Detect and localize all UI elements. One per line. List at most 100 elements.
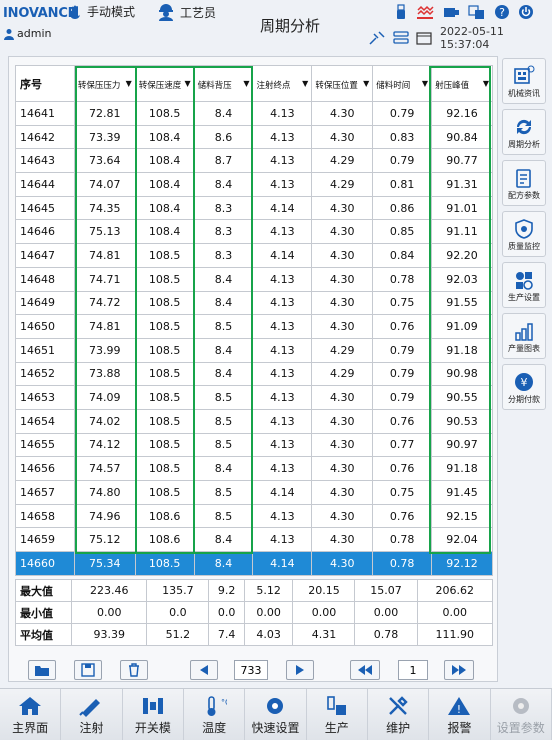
svg-text:!: !: [457, 703, 461, 716]
temperature-icon: °C: [201, 693, 227, 719]
table-cell: 75.34: [73, 551, 136, 576]
sidebar-item-cycle-analysis[interactable]: 周期分析: [502, 109, 546, 155]
column-header-injection-end[interactable]: 注射终点 ▼: [252, 65, 313, 102]
mode-indicator[interactable]: 手动模式: [68, 3, 135, 20]
production-icon: [324, 693, 350, 719]
table-row[interactable]: 14653 74.09 108.5 8.5 4.13 4.30 0.79 90.55: [15, 385, 493, 410]
column-header-back-pressure[interactable]: 储料背压 ▼: [193, 65, 254, 102]
table-row[interactable]: 14654 74.02 108.5 8.5 4.13 4.30 0.76 90.53: [15, 408, 493, 434]
sidebar-item-output-chart[interactable]: 产量图表: [502, 313, 546, 359]
sidebar-item-machine-info[interactable]: 机械资讯: [502, 58, 546, 104]
table-cell: 74.07: [73, 172, 136, 197]
next-page-button[interactable]: [286, 660, 314, 680]
table-cell: 8.3: [193, 195, 254, 221]
group-number-input[interactable]: 1: [398, 660, 428, 680]
nav-home[interactable]: 主界面: [0, 689, 62, 740]
table-cell: 0.75: [372, 480, 433, 505]
table-cell: 4.13: [252, 337, 313, 363]
table-row[interactable]: 14642 73.39 108.4 8.6 4.13 4.30 0.83 90.84: [15, 124, 493, 150]
table-row[interactable]: 14641 72.81 108.5 8.4 4.13 4.30 0.79 92.16: [15, 101, 493, 126]
nav-settings[interactable]: 设置参数: [491, 689, 552, 740]
table-cell: 4.30: [311, 432, 374, 458]
sidebar-item-quality-monitor[interactable]: 质量监控: [502, 211, 546, 257]
last-group-button[interactable]: [444, 660, 474, 680]
table-row[interactable]: 14647 74.81 108.5 8.3 4.14 4.30 0.84 92.20: [15, 243, 493, 268]
table-row[interactable]: 14656 74.57 108.5 8.4 4.13 4.30 0.76 91.18: [15, 456, 493, 481]
table-row[interactable]: 14659 75.12 108.6 8.4 4.13 4.30 0.78 92.04: [15, 527, 493, 553]
table-cell: 108.5: [134, 408, 195, 434]
table-row[interactable]: 14658 74.96 108.6 8.5 4.13 4.30 0.76 92.15: [15, 503, 493, 529]
table-row[interactable]: 14648 74.71 108.5 8.4 4.13 4.30 0.78 92.03: [15, 266, 493, 292]
right-sidebar: 机械资讯周期分析配方参数质量监控生产设置产量图表 ¥ 分期付款: [502, 58, 548, 415]
save-button[interactable]: [74, 660, 102, 680]
network-icon[interactable]: [392, 30, 410, 46]
nav-temperature[interactable]: °C 温度: [184, 689, 246, 740]
table-cell: 0.77: [372, 432, 433, 458]
column-header-peak-pressure[interactable]: 射压峰值 ▼: [431, 65, 493, 102]
nav-injection[interactable]: 注射: [61, 689, 123, 740]
user-indicator[interactable]: admin: [3, 27, 51, 40]
recipe-icon: [513, 166, 535, 190]
language-icon[interactable]: [468, 4, 486, 20]
table-row[interactable]: 14655 74.12 108.5 8.5 4.13 4.30 0.77 90.97: [15, 432, 493, 458]
table-cell: 4.13: [252, 361, 313, 387]
table-row[interactable]: 14649 74.72 108.5 8.4 4.13 4.30 0.75 91.55: [15, 290, 493, 316]
sidebar-item-production-settings[interactable]: 生产设置: [502, 262, 546, 308]
table-cell: 4.29: [311, 148, 374, 174]
table-cell: 4.30: [311, 480, 374, 505]
table-row[interactable]: 14651 73.99 108.5 8.4 4.13 4.29 0.79 91.18: [15, 337, 493, 363]
nav-quick-settings[interactable]: 快速设置: [245, 689, 307, 740]
stats-cell: 4.03: [243, 623, 294, 646]
cell-seq: 14651: [15, 337, 75, 363]
svg-text:°C: °C: [221, 698, 227, 707]
delete-button[interactable]: [120, 660, 148, 680]
column-header-hold-pressure[interactable]: 转保压压力 ▼: [73, 65, 136, 102]
help-icon[interactable]: ?: [494, 4, 510, 20]
nav-maintenance[interactable]: 维护: [368, 689, 430, 740]
table-cell: 0.76: [372, 408, 433, 434]
nav-alarm[interactable]: ! 报警: [429, 689, 491, 740]
trash-icon: [127, 663, 141, 677]
table-cell: 90.77: [431, 148, 493, 174]
role-indicator[interactable]: 工艺员: [156, 3, 216, 21]
stats-cell: 206.62: [416, 579, 494, 602]
heater-icon[interactable]: [416, 4, 434, 20]
column-header-hold-position[interactable]: 转保压位置 ▼: [311, 65, 374, 102]
cell-seq: 14653: [15, 385, 75, 410]
user-icon: [3, 28, 15, 40]
stats-cell: 0.00: [354, 601, 418, 624]
table-cell: 8.5: [193, 432, 254, 458]
open-folder-button[interactable]: [28, 660, 56, 680]
table-cell: 4.30: [311, 503, 374, 529]
table-cell: 0.83: [372, 124, 433, 150]
table-cell: 4.13: [252, 124, 313, 150]
table-row[interactable]: 14652 73.88 108.5 8.4 4.13 4.29 0.79 90.98: [15, 361, 493, 387]
cell-seq: 14658: [15, 503, 75, 529]
usb-icon[interactable]: [394, 4, 408, 20]
nav-production[interactable]: 生产: [307, 689, 368, 740]
table-cell: 92.20: [431, 243, 493, 268]
table-row[interactable]: 14646 75.13 108.4 8.3 4.13 4.30 0.85 91.11: [15, 219, 493, 245]
table-row[interactable]: 14660 75.34 108.5 8.4 4.14 4.30 0.78 92.12: [15, 551, 493, 576]
table-row[interactable]: 14645 74.35 108.4 8.3 4.14 4.30 0.86 91.01: [15, 195, 493, 221]
column-header-hold-speed[interactable]: 转保压速度 ▼: [134, 65, 195, 102]
first-group-button[interactable]: [350, 660, 380, 680]
table-row[interactable]: 14644 74.07 108.4 8.4 4.13 4.29 0.81 91.31: [15, 172, 493, 197]
cell-seq: 14646: [15, 219, 75, 245]
prev-page-button[interactable]: [190, 660, 218, 680]
table-row[interactable]: 14650 74.81 108.5 8.5 4.13 4.30 0.76 91.09: [15, 314, 493, 339]
nav-label: 生产: [324, 721, 349, 735]
column-header-storage-time[interactable]: 储料时间 ▼: [372, 65, 433, 102]
cell-seq: 14645: [15, 195, 75, 221]
page-number-input[interactable]: 733: [234, 660, 268, 680]
signal-icon[interactable]: [368, 30, 386, 46]
table-cell: 108.5: [134, 385, 195, 410]
table-cell: 108.5: [134, 101, 195, 126]
table-row[interactable]: 14643 73.64 108.4 8.7 4.13 4.29 0.79 90.77: [15, 148, 493, 174]
table-row[interactable]: 14657 74.80 108.5 8.5 4.14 4.30 0.75 91.45: [15, 480, 493, 505]
power-icon[interactable]: [518, 4, 534, 20]
sidebar-item-recipe[interactable]: 配方参数: [502, 160, 546, 206]
motor-icon[interactable]: [442, 4, 460, 20]
sidebar-item-installment[interactable]: ¥ 分期付款: [502, 364, 546, 410]
nav-mold[interactable]: 开关模: [123, 689, 184, 740]
